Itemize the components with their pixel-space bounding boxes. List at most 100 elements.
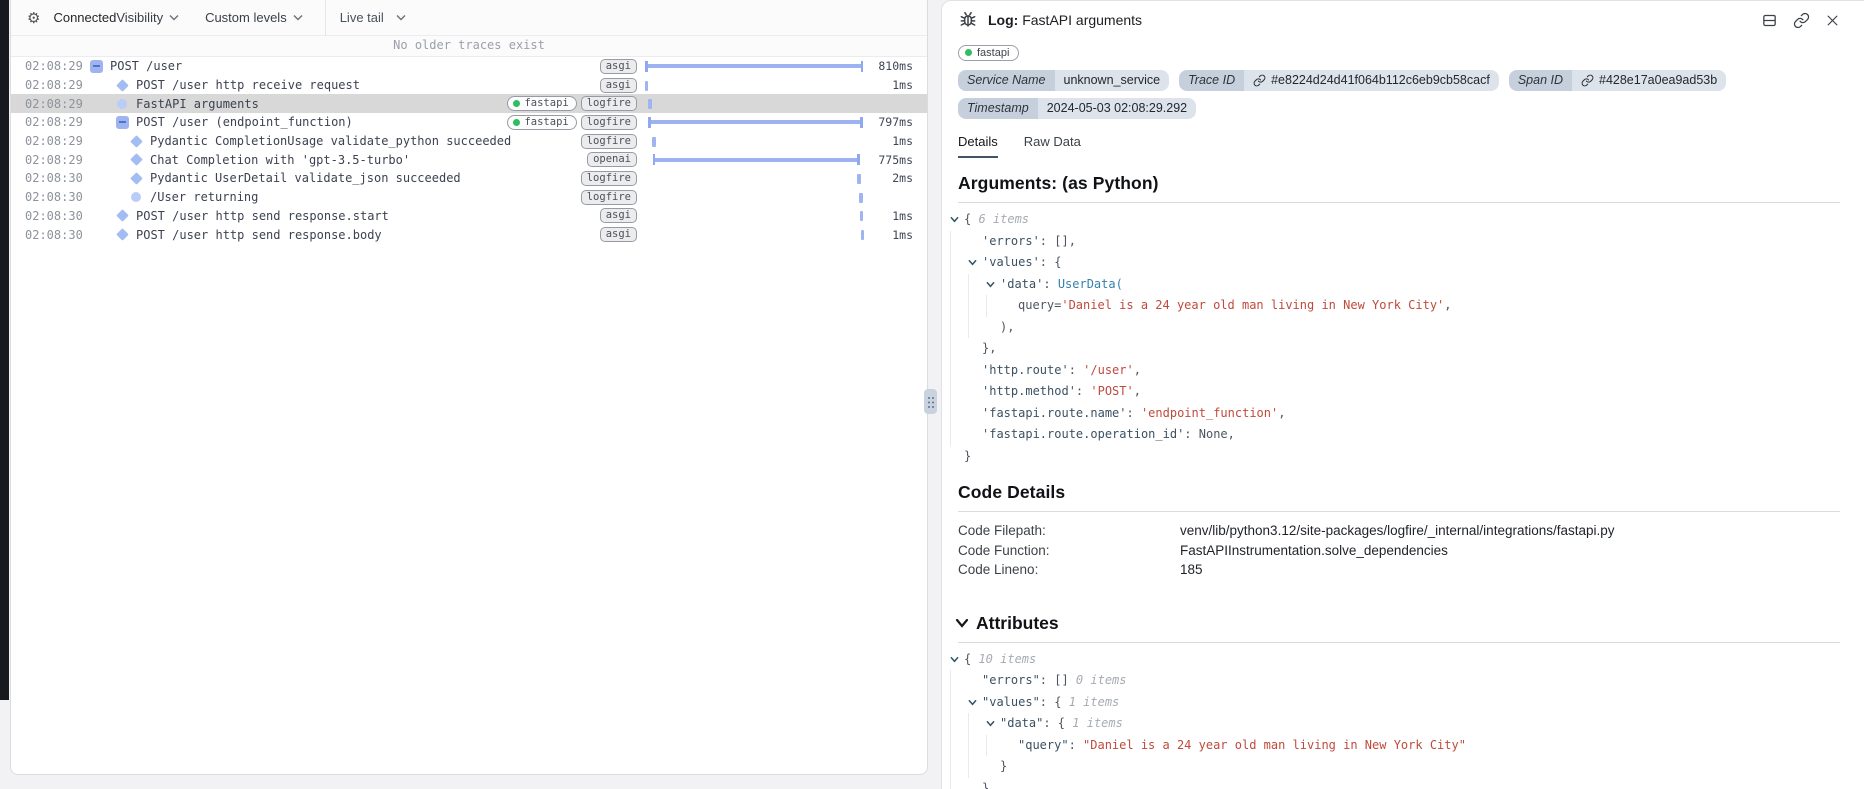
row-badges: logfire — [581, 171, 637, 186]
attributes-header: Attributes — [955, 613, 1864, 634]
custom-levels-menu-label: Custom levels — [205, 10, 287, 25]
visibility-menu-label: Visibility — [116, 10, 163, 25]
close-icon[interactable] — [1825, 13, 1840, 28]
trace-row[interactable]: 02:08:30/User returninglogfire — [11, 188, 927, 207]
custom-levels-menu[interactable]: Custom levels — [205, 10, 303, 25]
row-badges: asgi — [600, 78, 637, 93]
chevron-placeholder — [1004, 735, 1018, 757]
row-badges: logfire — [581, 190, 637, 205]
code-line: 'values': { — [950, 252, 1864, 274]
scope-badge-logfire: logfire — [581, 190, 637, 205]
code-token: 'data' — [1000, 274, 1043, 296]
duration-timeline — [645, 57, 867, 75]
code-detail-value: 185 — [1180, 562, 1203, 577]
live-tail-select[interactable]: Live tail — [340, 10, 406, 25]
trace-row[interactable]: 02:08:29POST /user http receive requesta… — [11, 76, 927, 95]
collapse-chevron-icon[interactable] — [955, 618, 969, 628]
collapse-toggle-icon[interactable] — [89, 59, 103, 73]
code-token: : — [1069, 360, 1083, 382]
chip-value[interactable]: #428e17a0ea9ad53b — [1572, 70, 1726, 91]
log-detail-panel: Log: FastAPI arguments fastapi Service N… — [941, 0, 1864, 789]
span-diamond-icon — [115, 209, 129, 223]
trace-row[interactable]: 02:08:30POST /user http send response.bo… — [11, 225, 927, 244]
indent-guide — [968, 295, 986, 317]
span-diamond-icon — [129, 134, 143, 148]
trace-row[interactable]: 02:08:29POST /user (endpoint_function)fa… — [11, 113, 927, 132]
trace-row[interactable]: 02:08:29Chat Completion with 'gpt-3.5-tu… — [11, 150, 927, 169]
trace-row[interactable]: 02:08:29Pydantic CompletionUsage validat… — [11, 132, 927, 151]
code-token: : [] — [1040, 670, 1076, 692]
chevron-placeholder — [1004, 295, 1018, 317]
trace-row-label: POST /user — [110, 59, 182, 73]
row-badges: asgi — [600, 227, 637, 242]
collapse-toggle-icon[interactable] — [115, 115, 129, 129]
indent-guide — [968, 274, 986, 296]
span-diamond-icon — [115, 228, 129, 242]
green-dot-icon — [965, 49, 972, 56]
code-details-heading: Code Details — [958, 482, 1864, 503]
tab-raw-data[interactable]: Raw Data — [1024, 134, 1081, 158]
split-panel-icon[interactable] — [1761, 12, 1778, 29]
badge-label: asgi — [606, 228, 631, 240]
fastapi-tag-label: fastapi — [977, 47, 1009, 59]
chevron-placeholder — [968, 403, 982, 425]
indent-guide — [986, 735, 1004, 757]
bug-icon — [958, 10, 978, 30]
trace-row[interactable]: 02:08:30POST /user http send response.st… — [11, 207, 927, 226]
panel-resize-handle[interactable] — [924, 389, 937, 414]
settings-gear-icon[interactable]: ⚙ — [27, 9, 40, 27]
arguments-heading: Arguments: (as Python) — [958, 173, 1864, 194]
link-icon[interactable] — [1793, 12, 1810, 29]
log-circle-icon — [115, 97, 129, 111]
left-edge-strip — [0, 0, 9, 700]
span-diamond-icon — [129, 171, 143, 185]
code-token: 'http.route' — [982, 360, 1069, 382]
code-line: }, — [950, 338, 1864, 360]
trace-timestamp: 02:08:29 — [25, 78, 83, 92]
fastapi-tag-badge: fastapi — [958, 45, 1019, 61]
metadata-chips: Service Nameunknown_serviceTrace ID#e822… — [958, 70, 1840, 119]
code-token: , — [1134, 381, 1141, 403]
collapse-chevron-icon[interactable] — [986, 713, 1000, 735]
span-diamond-icon — [129, 153, 143, 167]
trace-row[interactable]: 02:08:29FastAPI argumentsfastapilogfire — [11, 94, 927, 113]
code-token: "data" — [1000, 713, 1043, 735]
trace-row-label: Chat Completion with 'gpt-3.5-turbo' — [150, 153, 410, 167]
chevron-placeholder — [986, 317, 1000, 339]
indent-guide — [986, 295, 1004, 317]
span-diamond-icon — [115, 78, 129, 92]
tab-details[interactable]: Details — [958, 134, 998, 158]
duration-label: 1ms — [867, 228, 913, 242]
code-token: 'Daniel is a 24 year old man living in N… — [1061, 295, 1444, 317]
duration-bar — [648, 120, 863, 124]
scope-badge-asgi: asgi — [600, 227, 637, 242]
code-token: { — [964, 209, 978, 231]
chip-label: Span ID — [1509, 70, 1572, 91]
duration-timeline — [645, 132, 867, 150]
code-detail-value: FastAPIInstrumentation.solve_dependencie… — [1180, 543, 1448, 558]
indent-guide — [968, 756, 986, 778]
collapse-chevron-icon[interactable] — [950, 649, 964, 671]
chevron-placeholder — [968, 338, 982, 360]
chip-value-text: unknown_service — [1064, 72, 1161, 89]
collapse-chevron-icon[interactable] — [968, 252, 982, 274]
badge-label: logfire — [587, 172, 631, 184]
trace-row-label: POST /user http send response.body — [136, 228, 382, 242]
chip-value[interactable]: #e8224d24d41f064b112c6eb9cb58cacf — [1244, 70, 1499, 91]
collapse-chevron-icon[interactable] — [986, 274, 1000, 296]
log-circle-icon — [129, 190, 143, 204]
trace-row[interactable]: 02:08:30Pydantic UserDetail validate_jso… — [11, 169, 927, 188]
collapse-chevron-icon[interactable] — [968, 692, 982, 714]
visibility-menu[interactable]: Visibility — [116, 10, 179, 25]
code-token: 6 items — [978, 209, 1029, 231]
trace-row[interactable]: 02:08:29POST /userasgi810ms — [11, 57, 927, 76]
indent-guide — [950, 252, 968, 274]
duration-tick — [857, 174, 861, 184]
collapse-chevron-icon[interactable] — [950, 209, 964, 231]
duration-tick — [859, 193, 863, 203]
code-line: { 10 items — [950, 649, 1864, 671]
code-token: : — [1127, 403, 1141, 425]
app-window: ⚙ Connected Visibility Custom levels Liv… — [0, 0, 1864, 789]
chevron-placeholder — [968, 360, 982, 382]
link-icon — [1581, 74, 1594, 87]
